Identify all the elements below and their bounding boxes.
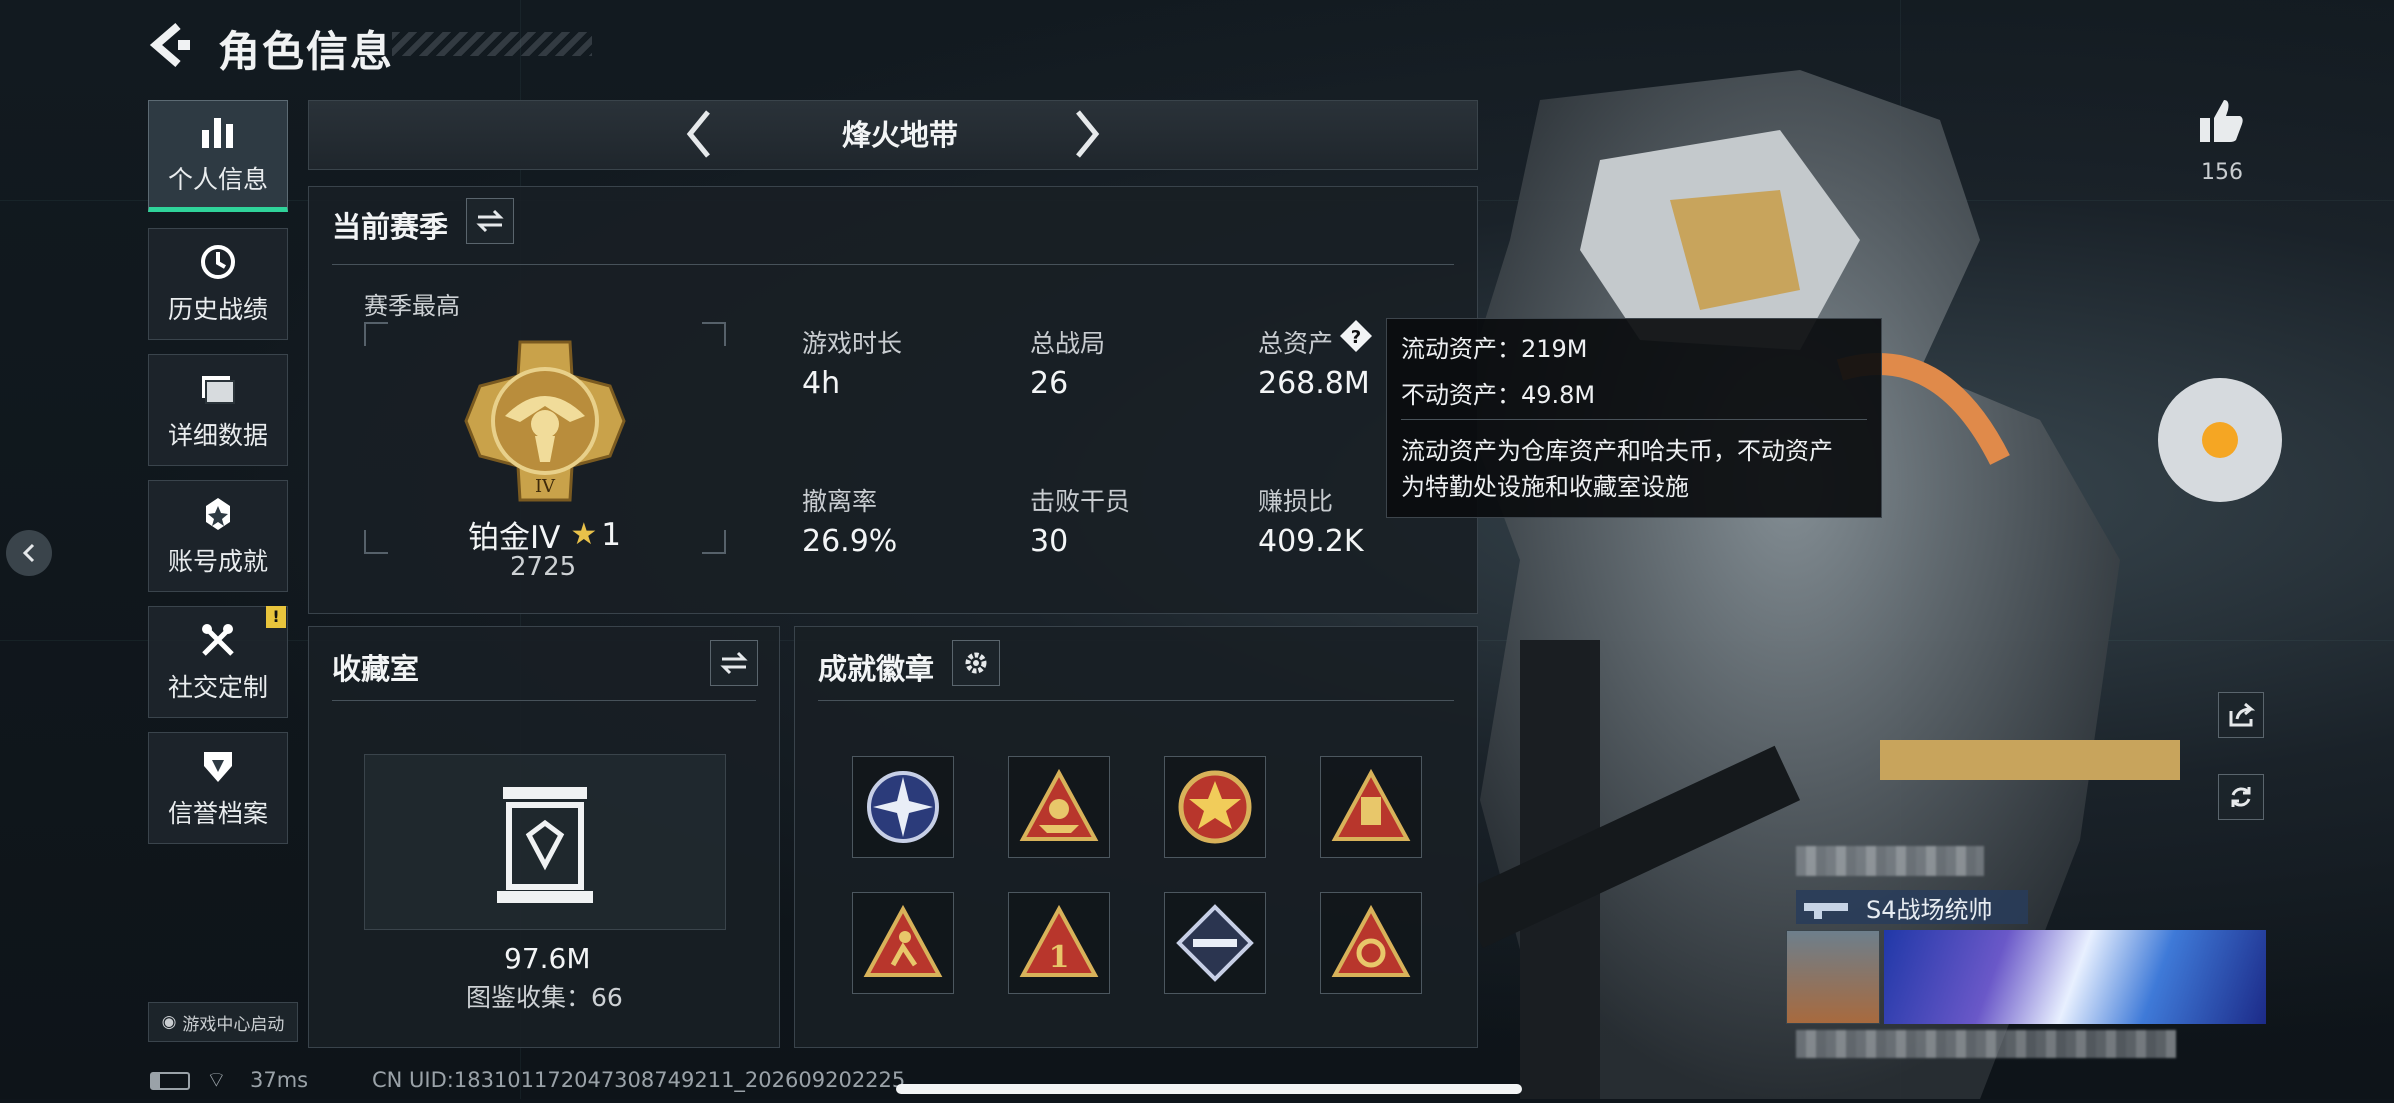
rank-name-row: 铂金IV ★ 1 — [468, 512, 621, 557]
swap-icon — [720, 651, 748, 675]
season-best-label: 赛季最高 — [364, 292, 460, 320]
stat-value: 26.9% — [802, 524, 898, 559]
number-one-triangle-badge-icon[interactable]: 1 — [1008, 892, 1110, 994]
chevron-left-icon — [22, 543, 35, 563]
stat-value: 30 — [1030, 524, 1069, 559]
stat-label: 撤离率 — [802, 487, 878, 516]
tooltip-description: 为特勤处设施和收藏室设施 — [1401, 473, 1689, 501]
refresh-icon — [2231, 787, 2251, 807]
rank-stars: 1 — [601, 516, 621, 553]
player-id-redacted — [1796, 1030, 2176, 1058]
collection-display[interactable] — [364, 754, 726, 930]
history-clock-icon — [201, 245, 235, 279]
rank-name: 铂金IV — [468, 520, 561, 556]
stat-value: 409.2K — [1258, 524, 1364, 559]
like-count: 156 — [2201, 160, 2243, 185]
share-icon — [2229, 702, 2255, 727]
stat-label: 赚损比 — [1258, 487, 1334, 516]
tools-icon — [202, 624, 234, 656]
platinum-rank-emblem-icon: IV — [460, 336, 630, 506]
achievement-icon — [206, 498, 230, 530]
title-badge: S4战场统帅 — [1796, 890, 2028, 924]
ping-value: 37ms — [250, 1068, 309, 1092]
nav-account-achievements[interactable]: 账号成就 — [148, 480, 288, 592]
season-title: 当前赛季 — [332, 210, 449, 244]
battery-icon — [150, 1072, 190, 1090]
wechat-icon: ◉ — [161, 1012, 177, 1032]
nav-label: 账号成就 — [167, 547, 268, 576]
divider — [332, 700, 756, 701]
nav-label: 详细数据 — [167, 421, 268, 450]
nav-label: 个人信息 — [167, 165, 268, 194]
collapse-button[interactable] — [6, 530, 52, 576]
collection-switch-button[interactable] — [710, 640, 758, 686]
rifle-diamond-badge-icon[interactable] — [1164, 892, 1266, 994]
collection-title: 收藏室 — [332, 652, 420, 686]
collection-value: 97.6M — [504, 942, 591, 975]
avatar[interactable] — [1786, 930, 1880, 1024]
nav-label: 历史战绩 — [167, 295, 268, 324]
nav-label: 社交定制 — [167, 673, 268, 702]
assets-tooltip: 流动资产：219M 不动资产：49.8M 流动资产为仓库资产和哈夫币，不动资产 … — [1386, 318, 1882, 518]
nav-match-history[interactable]: 历史战绩 — [148, 228, 288, 340]
gun-icon — [1804, 903, 1848, 919]
wifi-icon: ⌔ — [206, 1068, 227, 1093]
achievements-settings-button[interactable] — [952, 640, 1000, 686]
compass-badge-icon[interactable] — [852, 756, 954, 858]
divider — [818, 700, 1454, 701]
tooltip-fixed-assets: 不动资产：49.8M — [1401, 381, 1596, 409]
page-title: 角色信息 — [218, 27, 395, 76]
swap-icon — [476, 209, 504, 233]
rank-numeral: IV — [535, 476, 556, 497]
player-uid: CN UID:18310117204730874921​1_2026092022… — [372, 1068, 906, 1092]
player-name-redacted — [1796, 846, 1984, 876]
like-thumb-icon[interactable] — [2196, 96, 2246, 146]
svg-text:1: 1 — [1049, 940, 1070, 975]
title-badge-label: S4战场统帅 — [1866, 895, 1993, 924]
back-icon[interactable] — [148, 22, 194, 68]
title-decoration — [392, 32, 592, 56]
nav-credit-profile[interactable]: 信誉档案 — [148, 732, 288, 844]
stat-value: 26 — [1030, 366, 1069, 401]
svg-text:?: ? — [1351, 327, 1361, 348]
nav-label: 信誉档案 — [167, 799, 268, 828]
season-switch-button[interactable] — [466, 198, 514, 244]
star-icon: ★ — [570, 517, 598, 552]
game-center-label: 游戏中心启动 — [182, 1014, 285, 1035]
help-icon[interactable]: ? — [1338, 318, 1374, 354]
folder-icon — [202, 376, 235, 404]
credit-shield-icon — [204, 752, 232, 782]
boat-triangle-badge-icon[interactable] — [1008, 756, 1110, 858]
achievements-title: 成就徽章 — [818, 652, 935, 686]
mode-title: 烽火地带 — [841, 118, 958, 152]
stat-label: 总战局 — [1030, 329, 1106, 358]
catalog-count: 图鉴收集：66 — [466, 983, 623, 1012]
game-center-launch-button[interactable]: ◉ 游戏中心启动 — [148, 1002, 298, 1042]
tooltip-liquid-assets: 流动资产：219M — [1401, 335, 1588, 363]
stat-value: 4h — [802, 366, 841, 401]
gear-triangle-badge-icon[interactable] — [1320, 892, 1422, 994]
bar-chart-icon — [202, 118, 233, 148]
stat-label: 游戏时长 — [802, 329, 903, 358]
next-mode-arrow-icon[interactable] — [1066, 106, 1106, 162]
tooltip-description: 流动资产为仓库资产和哈夫币，不动资产 — [1401, 437, 1833, 465]
backpack-triangle-badge-icon[interactable] — [1320, 756, 1422, 858]
home-indicator[interactable] — [896, 1084, 1522, 1094]
share-button[interactable] — [2218, 692, 2264, 738]
rank-points: 2725 — [510, 552, 577, 582]
stat-label: 击败干员 — [1030, 487, 1131, 516]
stat-value: 268.8M — [1258, 366, 1370, 401]
notification-badge: ! — [266, 606, 286, 628]
gear-icon — [965, 652, 987, 674]
stat-label: 总资产 — [1258, 329, 1334, 358]
vault-diamond-icon — [497, 787, 593, 903]
name-card-banner — [1884, 930, 2266, 1024]
star-emblem-badge-icon[interactable] — [1164, 756, 1266, 858]
refresh-button[interactable] — [2218, 774, 2264, 820]
runner-triangle-badge-icon[interactable] — [852, 892, 954, 994]
tooltip-divider — [1401, 419, 1867, 420]
nav-personal-info[interactable]: 个人信息 — [148, 100, 288, 212]
divider — [332, 264, 1454, 265]
nav-detailed-data[interactable]: 详细数据 — [148, 354, 288, 466]
